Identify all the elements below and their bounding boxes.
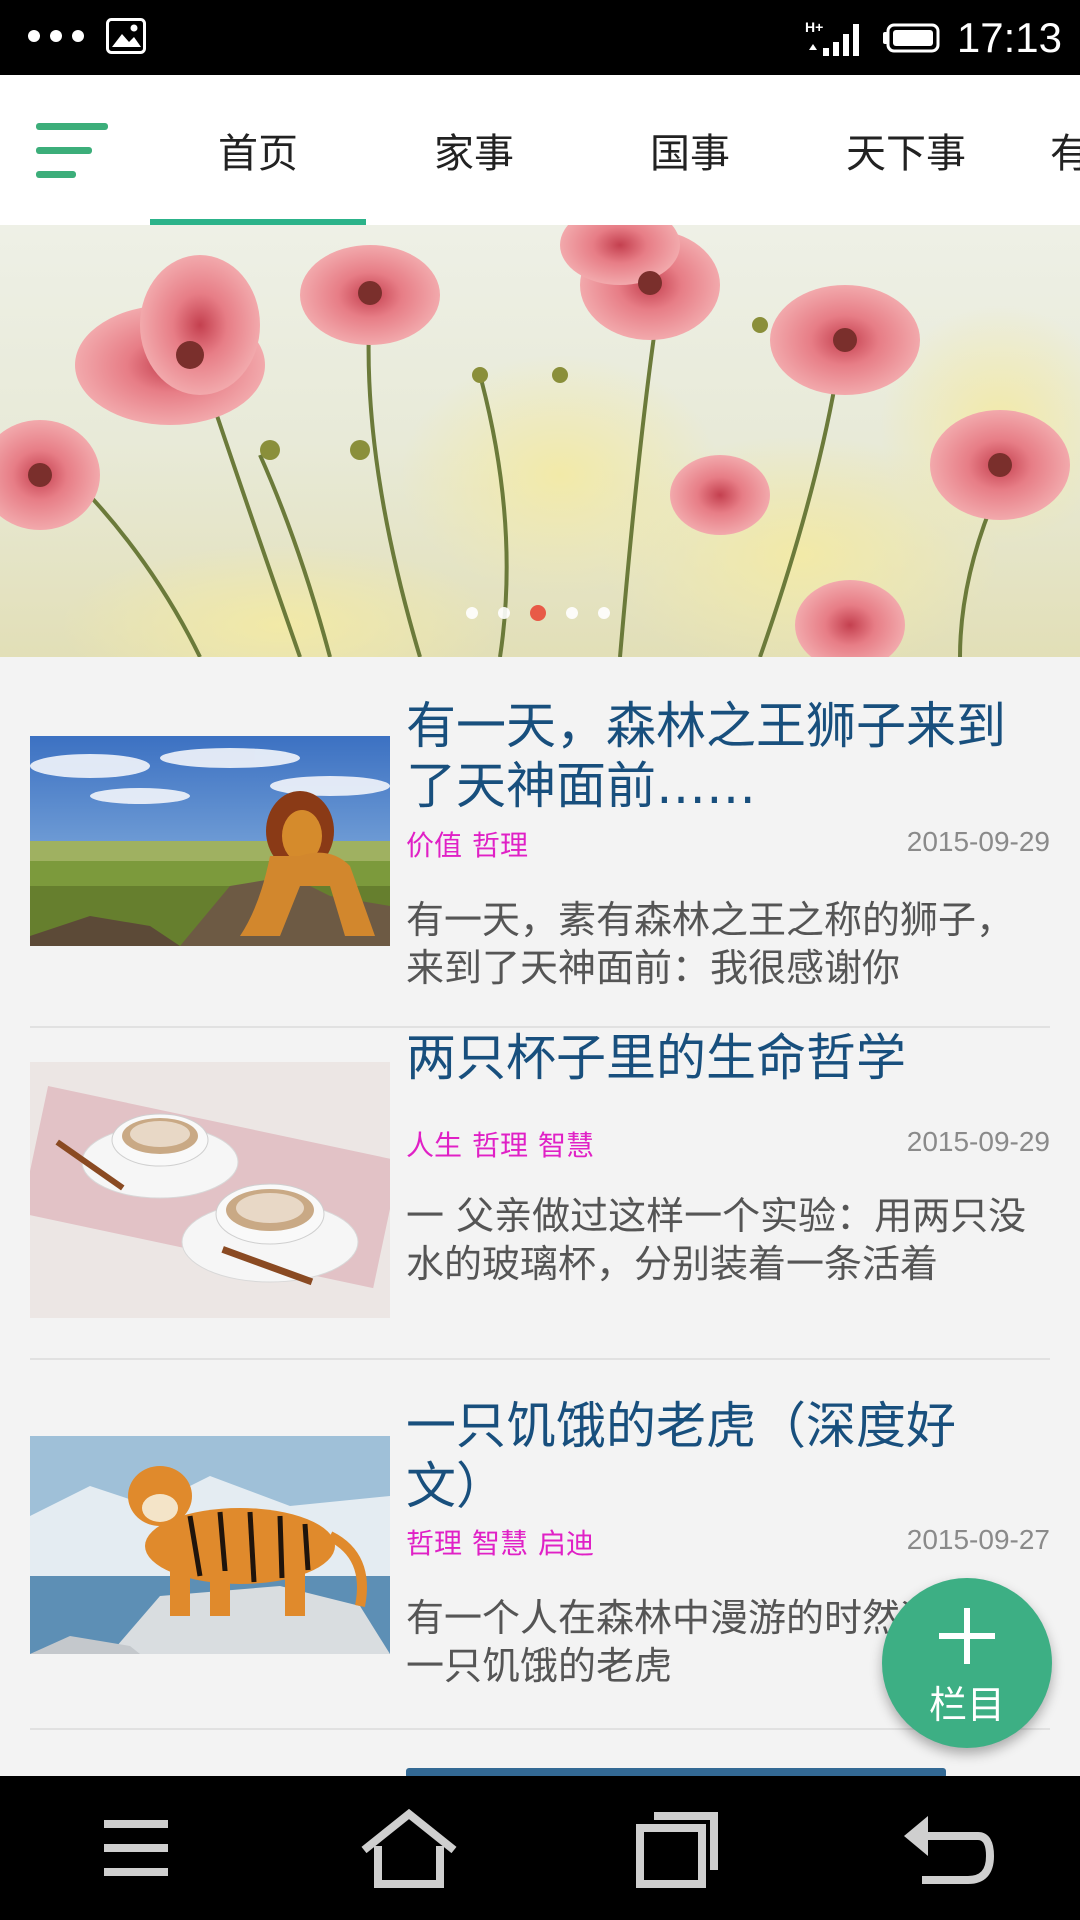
article-date: 2015-09-27 [906,1524,1050,1555]
tab-world[interactable]: 天下事 [798,75,1014,225]
tag[interactable]: 哲理 [406,1527,462,1560]
pink-cosmos-flowers-photo [0,225,1080,657]
article-title[interactable]: 有一天，森林之王狮子来到了天神面前…… [406,696,1026,816]
lion-king-illustration [30,736,390,946]
battery-icon [882,23,940,52]
banner-page-indicator [466,605,610,621]
tab-more[interactable]: 有 [1014,75,1080,225]
fab-label: 栏目 [928,1683,1005,1727]
article-date: 2015-09-29 [906,1126,1050,1157]
list-item[interactable]: 有一天，森林之王狮子来到了天神面前…… 价值 哲理 2015-09-29 有一天，… [30,658,1050,1028]
tag[interactable]: 哲理 [472,829,528,862]
status-bar: H+ 17:13 [0,0,1080,75]
svg-text:H+: H+ [805,19,823,35]
tag[interactable]: 哲理 [472,1129,528,1162]
tag[interactable]: 价值 [406,829,462,862]
clock: 17:13 [956,13,1062,61]
system-nav-bar [0,1776,1080,1920]
tab-home[interactable]: 首页 [150,75,366,225]
back-icon[interactable] [898,1806,998,1890]
tag[interactable]: 启迪 [538,1527,594,1560]
banner-carousel[interactable] [0,225,1080,657]
article-tags: 哲理 智慧 启迪 [406,1522,604,1562]
menu-icon[interactable] [86,1806,186,1890]
hamburger-menu-icon[interactable] [36,123,108,179]
article-summary: 有一天，素有森林之王之称的狮子，来到了天神面前：我很感谢你 [406,898,1015,990]
tag[interactable]: 人生 [406,1129,462,1162]
tab-nation[interactable]: 国事 [582,75,798,225]
category-tabs: 首页 家事 国事 天下事 有 [150,75,1080,225]
add-column-button[interactable]: 栏目 [882,1578,1052,1748]
article-date: 2015-09-29 [906,826,1050,857]
hplus-signal-icon: H+ [805,19,859,56]
list-item-partial[interactable] [406,1760,1026,1776]
list-item[interactable]: 两只杯子里的生命哲学 人生 哲理 智慧 2015-09-29 一 父亲做过这样一个实… [30,1028,1050,1360]
article-summary: 一 父亲做过这样一个实验：用两只没水的玻璃杯，分别装着一条活着 [406,1194,1027,1286]
two-coffee-cups-photo [30,1062,390,1318]
article-title[interactable]: 一只饥饿的老虎（深度好文） [406,1396,1026,1516]
article-tags: 人生 哲理 智慧 [406,1124,604,1164]
article-tags: 价值 哲理 [406,824,538,864]
home-icon[interactable] [354,1806,464,1890]
top-bar: 首页 家事 国事 天下事 有 [0,75,1080,226]
tag[interactable]: 智慧 [472,1527,528,1560]
tiger-painting [30,1436,390,1654]
more-dots-icon [28,30,84,42]
gallery-notification-icon [106,18,146,54]
tab-family[interactable]: 家事 [366,75,582,225]
article-title[interactable]: 两只杯子里的生命哲学 [406,1028,1026,1088]
tag[interactable]: 智慧 [538,1129,594,1162]
recent-apps-icon[interactable] [626,1806,726,1890]
